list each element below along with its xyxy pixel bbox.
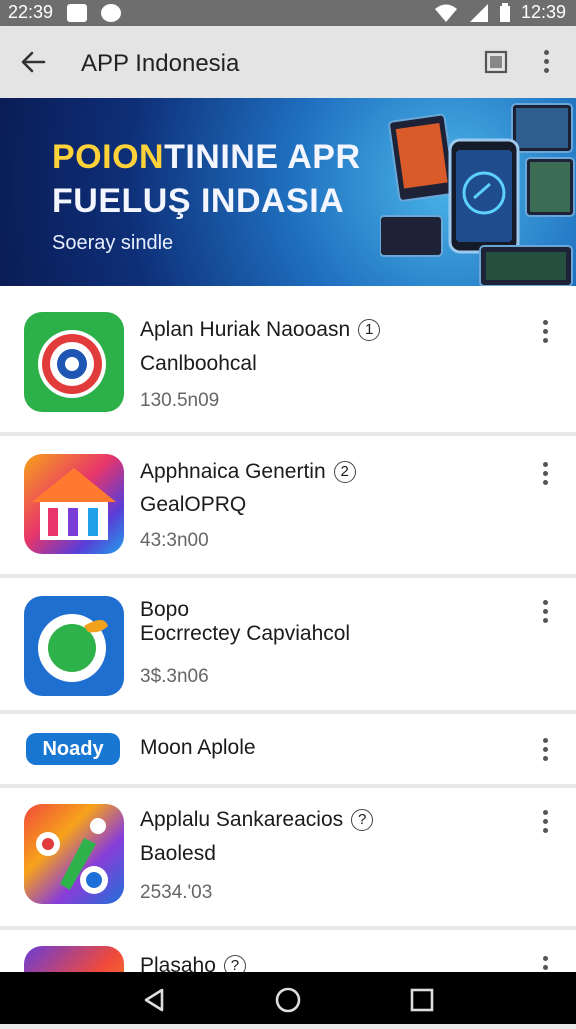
- signal-icon: [469, 3, 488, 22]
- status-bar: 22:39 12:39: [0, 0, 576, 26]
- gear-leaf-icon: [24, 596, 124, 696]
- more-vert-icon[interactable]: [540, 810, 550, 834]
- app-name: Apphnaica Genertin 2: [140, 460, 356, 484]
- page-title: APP Indonesia: [81, 50, 240, 77]
- promo-banner[interactable]: POIONTININE APR FUELUŞ INDASIA Soeray si…: [0, 98, 576, 286]
- banner-title-line2: FUELUŞ INDASIA: [52, 182, 345, 220]
- banner-title-rest: TININE APR: [164, 138, 361, 176]
- house-icon: [24, 454, 124, 554]
- app-subtitle: Baolesd: [140, 842, 216, 865]
- app-bar: APP Indonesia: [0, 26, 576, 98]
- banner-title-line1: POIONTININE APR: [52, 138, 361, 177]
- target-icon: [24, 312, 124, 412]
- nav-buttons: [144, 987, 434, 1013]
- wifi-icon: [434, 4, 457, 22]
- square-icon[interactable]: [484, 50, 508, 74]
- more-vert-icon[interactable]: [540, 956, 550, 972]
- more-vert-icon[interactable]: [536, 48, 556, 76]
- rank-badge: 1: [358, 319, 381, 341]
- list-item[interactable]: Applalu Sankareacios? Baolesd 2534.'03: [0, 788, 576, 926]
- app-count: 3$.3n06: [140, 666, 209, 687]
- more-vert-icon[interactable]: [540, 462, 550, 486]
- app-count: 2534.'03: [140, 882, 213, 903]
- notification-icon: [101, 3, 122, 22]
- list-item[interactable]: Apphnaica Genertin 2 GealOPRQ 43:3n00: [0, 436, 576, 574]
- app-subtitle: Canlboohcal: [140, 352, 257, 375]
- app-name: Aplan Huriak Naooasn 1: [140, 318, 381, 342]
- app-count: 43:3n00: [140, 530, 209, 551]
- status-time: 22:39: [8, 2, 54, 22]
- more-vert-icon[interactable]: [540, 600, 550, 624]
- list-item[interactable]: Aplan Huriak Naooasn 1 Canlboohcal 130.5n…: [0, 286, 576, 432]
- status-clock: 12:39: [520, 2, 566, 22]
- banner-title-highlight: POION: [52, 138, 165, 176]
- rank-badge: 2: [333, 461, 356, 483]
- list-item[interactable]: Bopo Eocrrectey Capviahcol 3$.3n06: [0, 578, 576, 710]
- rank-badge: ?: [351, 809, 374, 831]
- app-list: Aplan Huriak Naooasn 1 Canlboohcal 130.5n…: [0, 286, 576, 972]
- list-item[interactable]: Noady Moon Aplole: [0, 714, 576, 784]
- back-nav-icon[interactable]: [144, 988, 164, 1012]
- banner-subtitle: Soeray sindle: [52, 232, 174, 254]
- more-vert-icon[interactable]: [540, 320, 550, 344]
- arrow-left-icon[interactable]: [18, 46, 50, 78]
- app-name: Bopo: [140, 598, 190, 621]
- colorful-app-icon: [24, 946, 124, 972]
- app-name: Moon Aplole: [140, 736, 256, 759]
- app-subtitle: Eocrrectey Capviahcol: [140, 622, 351, 645]
- app-count: 130.5n09: [140, 390, 220, 411]
- ready-badge: Noady: [26, 733, 120, 765]
- home-nav-icon[interactable]: [275, 987, 301, 1013]
- battery-icon: [499, 2, 510, 22]
- app-name: Plasaho?: [140, 954, 246, 972]
- system-nav-bar: [0, 972, 576, 1024]
- app-subtitle: GealOPRQ: [140, 493, 247, 516]
- colorful-app-icon: [24, 804, 124, 904]
- devices-illustration: [380, 103, 575, 286]
- app-name: Applalu Sankareacios?: [140, 808, 374, 832]
- recents-nav-icon[interactable]: [410, 988, 434, 1012]
- image-icon: [67, 3, 88, 22]
- rank-badge: ?: [223, 955, 246, 972]
- more-vert-icon[interactable]: [540, 738, 550, 762]
- list-item[interactable]: Plasaho?: [0, 930, 576, 972]
